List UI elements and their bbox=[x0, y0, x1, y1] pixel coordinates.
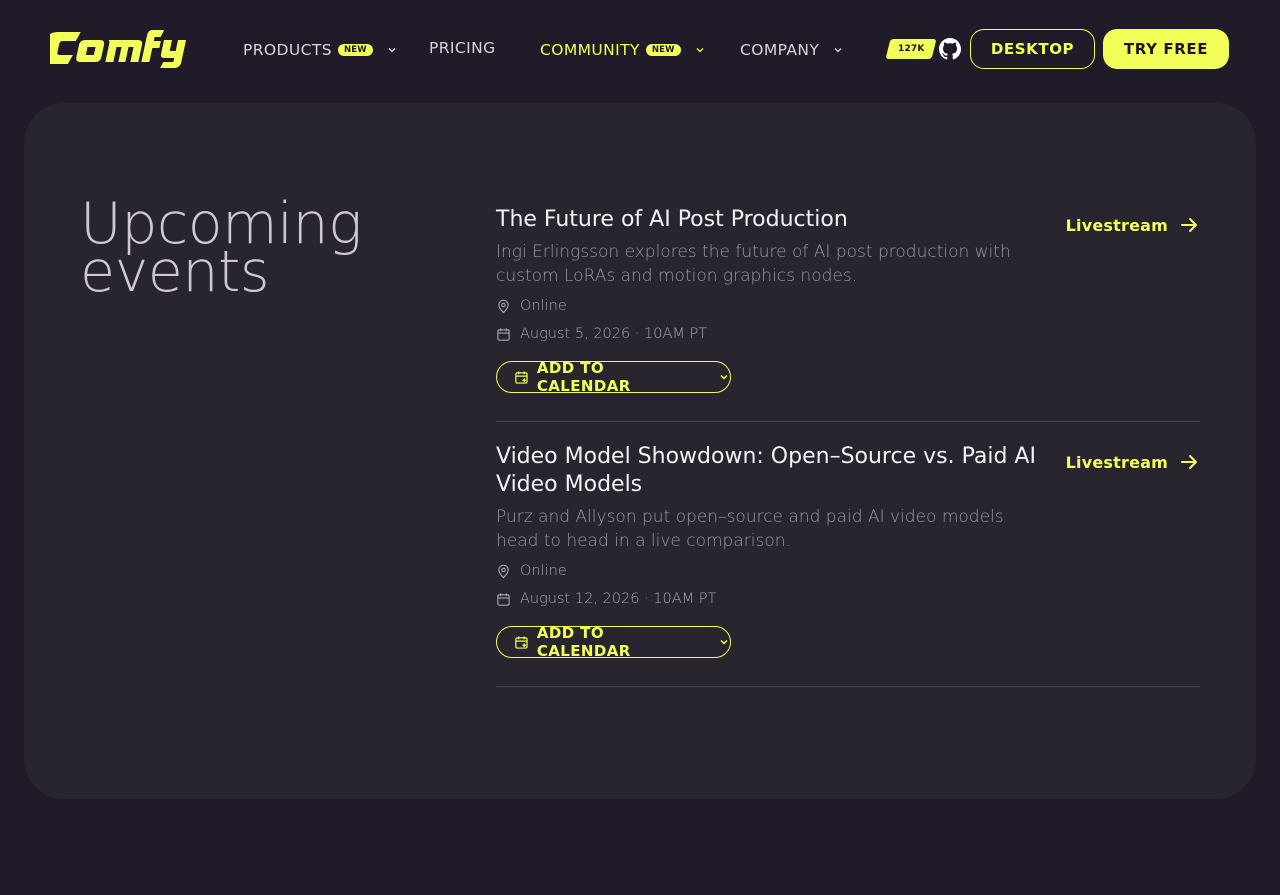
arrow-right-icon bbox=[1181, 218, 1197, 232]
add-to-calendar-label: ADD TO CALENDAR bbox=[536, 624, 631, 660]
location-pin-icon bbox=[498, 564, 509, 578]
event-divider bbox=[496, 421, 1200, 422]
try-free-button[interactable]: TRY FREE bbox=[1103, 29, 1229, 69]
github-icon[interactable] bbox=[939, 38, 961, 60]
nav-community-label: COMMUNITY bbox=[540, 41, 640, 59]
nav-community[interactable]: COMMUNITY NEW bbox=[540, 38, 706, 62]
event-card: Video Model Showdown: Open–Source vs. Pa… bbox=[496, 443, 1200, 687]
location-pin-icon bbox=[498, 299, 509, 313]
event-date: August 12, 2026 · 10AM PT bbox=[496, 589, 1200, 609]
livestream-link[interactable]: Livestream bbox=[1066, 213, 1200, 237]
add-to-calendar-label: ADD TO CALENDAR bbox=[536, 359, 631, 395]
new-badge: NEW bbox=[645, 44, 681, 56]
livestream-label: Livestream bbox=[1065, 215, 1168, 235]
add-to-calendar-button[interactable]: ADD TO CALENDAR bbox=[496, 624, 731, 660]
github-stars-badge[interactable]: 127K bbox=[885, 39, 937, 59]
event-title: Video Model Showdown: Open–Source vs. Pa… bbox=[496, 444, 1036, 497]
desktop-button[interactable]: DESKTOP bbox=[970, 29, 1095, 69]
chevron-down-icon bbox=[720, 374, 728, 380]
event-date-text: August 12, 2026 · 10AM PT bbox=[520, 591, 717, 607]
calendar-add-icon bbox=[515, 370, 528, 384]
event-date: August 5, 2026 · 10AM PT bbox=[496, 324, 1200, 344]
event-divider bbox=[496, 686, 1200, 687]
nav-company[interactable]: COMPANY bbox=[740, 38, 844, 62]
event-location: Online bbox=[496, 296, 1200, 316]
event-location-text: Online bbox=[520, 298, 567, 314]
event-date-text: August 5, 2026 · 10AM PT bbox=[520, 326, 708, 342]
event-description: Ingi Erlingsson explores the future of A… bbox=[496, 242, 1011, 286]
github-stars-count: 127K bbox=[897, 44, 925, 54]
nav-products-label: PRODUCTS bbox=[243, 41, 332, 59]
new-badge: NEW bbox=[337, 44, 373, 56]
calendar-icon bbox=[497, 592, 510, 606]
nav-pricing[interactable]: PRICING bbox=[429, 36, 496, 60]
nav-pricing-label: PRICING bbox=[429, 39, 496, 57]
calendar-add-icon bbox=[515, 635, 528, 649]
chevron-down-icon bbox=[696, 48, 704, 53]
top-nav: PRODUCTS NEW PRICING COMMUNITY NEW COMPA… bbox=[0, 0, 1280, 98]
nav-company-label: COMPANY bbox=[740, 41, 820, 59]
nav-products[interactable]: PRODUCTS NEW bbox=[243, 38, 398, 62]
arrow-right-icon bbox=[1181, 455, 1197, 469]
event-location-text: Online bbox=[520, 563, 567, 579]
comfy-logo[interactable] bbox=[50, 26, 196, 72]
calendar-icon bbox=[497, 327, 510, 341]
event-card: The Future of AI Post Production Ingi Er… bbox=[496, 206, 1200, 422]
chevron-down-icon bbox=[834, 48, 842, 53]
event-location: Online bbox=[496, 561, 1200, 581]
chevron-down-icon bbox=[720, 639, 728, 645]
event-title: The Future of AI Post Production bbox=[496, 207, 848, 232]
event-description: Purz and Allyson put open–source and pai… bbox=[496, 507, 1004, 551]
section-heading: Upcoming events bbox=[80, 191, 362, 305]
livestream-label: Livestream bbox=[1065, 452, 1168, 472]
chevron-down-icon bbox=[388, 48, 396, 53]
livestream-link[interactable]: Livestream bbox=[1066, 450, 1200, 474]
add-to-calendar-button[interactable]: ADD TO CALENDAR bbox=[496, 359, 731, 395]
